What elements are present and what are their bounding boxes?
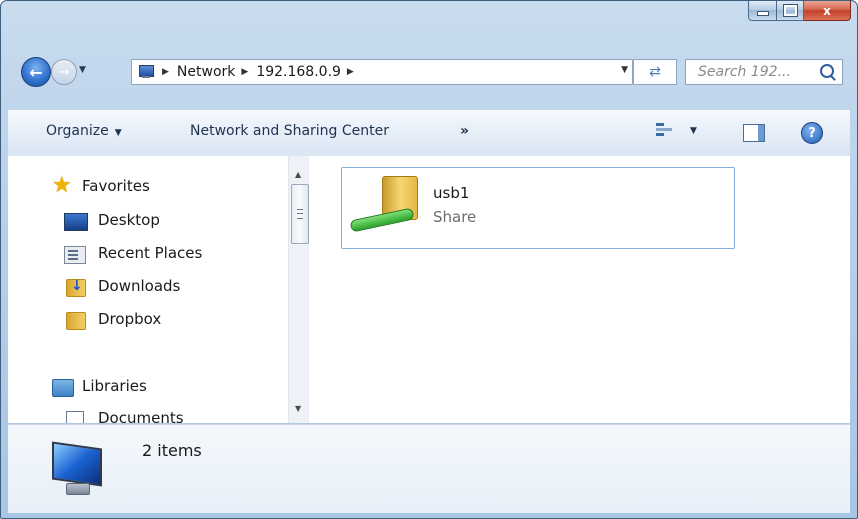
dropbox-folder-icon (66, 312, 86, 330)
close-icon: x (823, 3, 831, 18)
maximize-button[interactable] (777, 1, 804, 21)
scroll-up-icon[interactable]: ▲ (295, 170, 301, 179)
command-bar: Organize ▼ Network and Sharing Center » ▼… (8, 109, 850, 157)
navigation-pane: ★ Favorites Desktop Recent Places Downlo… (8, 156, 288, 423)
network-computer-icon (136, 64, 156, 80)
breadcrumb-separator-icon[interactable]: ▶ (162, 67, 169, 77)
search-input[interactable] (696, 63, 820, 81)
sidebar-item-desktop[interactable]: Desktop (98, 211, 160, 229)
share-item-usb1[interactable]: usb1 Share (341, 167, 735, 249)
favorites-star-icon: ★ (52, 173, 72, 198)
sidebar-item-dropbox[interactable]: Dropbox (98, 310, 161, 328)
search-icon[interactable] (820, 64, 834, 78)
organize-button[interactable]: Organize ▼ (46, 123, 122, 139)
sidebar-item-documents[interactable]: Documents (98, 409, 184, 423)
recent-places-icon (64, 246, 86, 264)
address-dropdown-icon[interactable]: ▼ (621, 65, 628, 75)
documents-icon (66, 411, 84, 423)
help-icon[interactable]: ? (801, 122, 823, 144)
sidebar-item-downloads[interactable]: Downloads (98, 277, 180, 295)
libraries-icon (52, 379, 74, 397)
caption-buttons: x (748, 1, 851, 21)
sidebar-item-recent-places[interactable]: Recent Places (98, 244, 202, 262)
share-type: Share (433, 208, 477, 226)
organize-label: Organize (46, 123, 109, 139)
address-bar[interactable]: ▶ Network ▶ 192.168.0.9 ▶ ▼ (131, 59, 633, 85)
breadcrumb-host[interactable]: 192.168.0.9 (256, 64, 341, 80)
desktop-icon (64, 213, 88, 231)
details-pane: 2 items (8, 424, 850, 513)
back-button[interactable]: ← (21, 57, 51, 87)
navigation-bar: ← → ▼ ▶ Network ▶ 192.168.0.9 ▶ ▼ ⇄ (1, 51, 857, 91)
minimize-icon (756, 11, 769, 16)
close-button[interactable]: x (804, 1, 851, 21)
chevron-down-icon: ▼ (114, 128, 122, 138)
scrollbar-thumb[interactable] (291, 184, 309, 244)
change-view-icon[interactable] (656, 123, 674, 141)
navigation-scrollbar[interactable]: ▲ ▼ (288, 156, 309, 423)
explorer-window: x ← → ▼ ▶ Network ▶ 192.168.0.9 ▶ ▼ ⇄ Or… (0, 0, 858, 519)
breadcrumb-separator-icon[interactable]: ▶ (241, 67, 248, 77)
back-arrow-icon: ← (29, 62, 43, 82)
computer-icon (46, 439, 106, 499)
more-commands-button[interactable]: » (460, 123, 469, 139)
preview-pane-icon[interactable] (743, 124, 765, 142)
recent-pages-dropdown[interactable]: ▼ (79, 65, 86, 75)
refresh-button[interactable]: ⇄ (633, 59, 677, 85)
search-box[interactable] (685, 59, 843, 85)
breadcrumb-network[interactable]: Network (177, 64, 235, 80)
forward-button[interactable]: → (51, 59, 77, 85)
network-sharing-center-button[interactable]: Network and Sharing Center (190, 123, 389, 139)
minimize-button[interactable] (748, 1, 777, 21)
refresh-icon: ⇄ (649, 64, 661, 80)
sidebar-item-libraries[interactable]: Libraries (82, 377, 147, 395)
maximize-icon (782, 4, 798, 17)
scroll-down-icon[interactable]: ▼ (295, 404, 301, 413)
network-sharing-center-label: Network and Sharing Center (190, 123, 390, 139)
downloads-folder-icon (66, 278, 86, 297)
share-name: usb1 (433, 184, 470, 202)
view-dropdown-icon[interactable]: ▼ (690, 126, 697, 136)
content-area: ★ Favorites Desktop Recent Places Downlo… (8, 156, 850, 423)
breadcrumb-separator-icon[interactable]: ▶ (347, 67, 354, 77)
sidebar-item-favorites[interactable]: Favorites (82, 177, 150, 195)
forward-arrow-icon: → (58, 64, 70, 80)
item-count: 2 items (142, 441, 202, 460)
